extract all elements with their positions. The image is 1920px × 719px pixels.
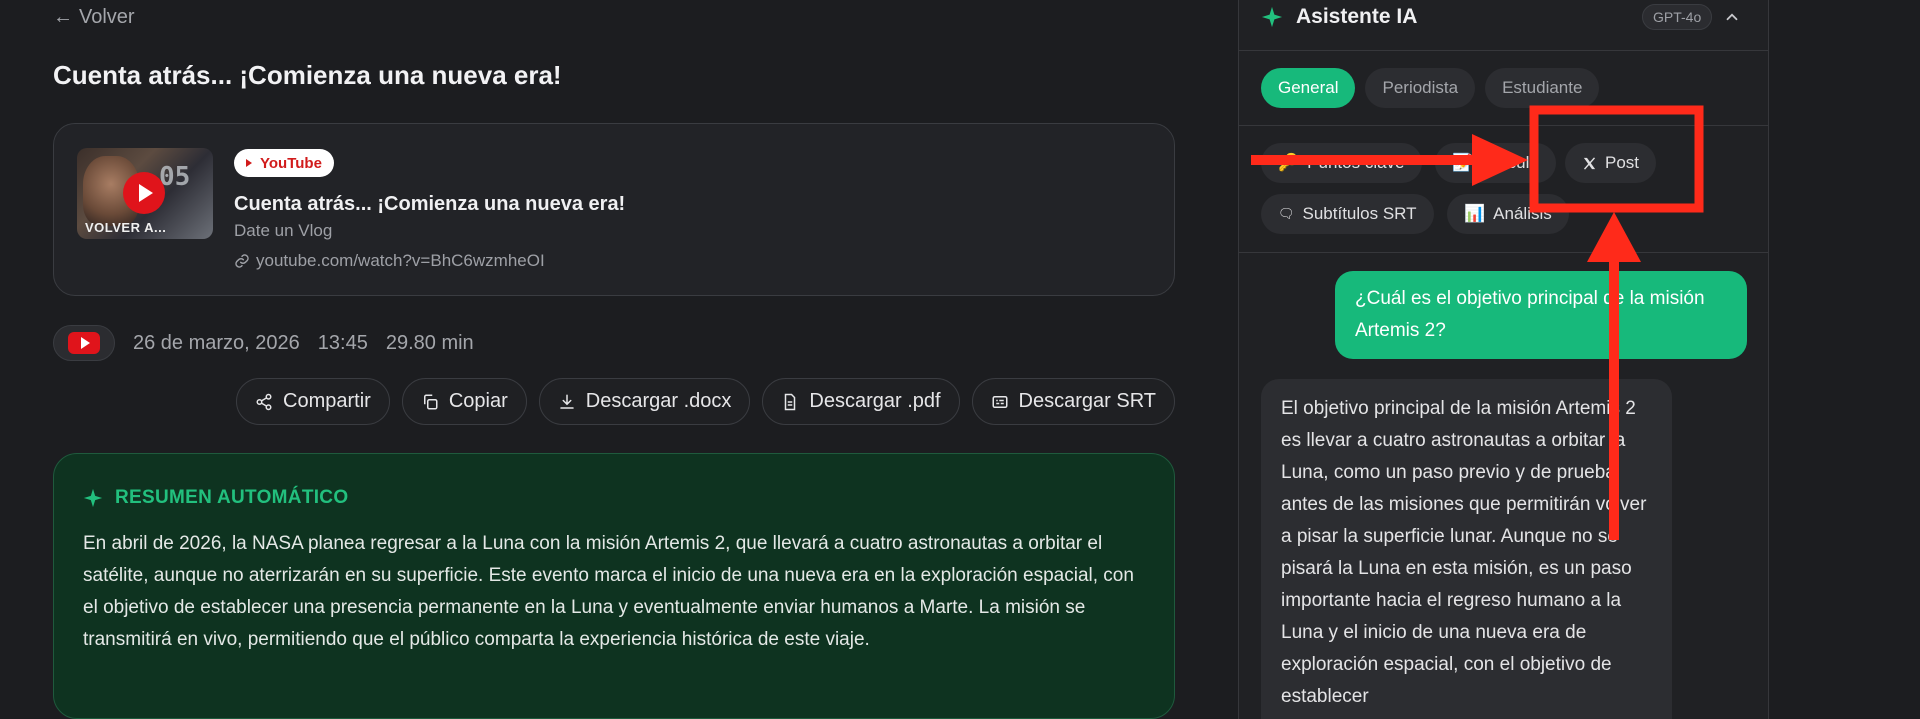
chart-icon: 📊 [1464,204,1486,223]
back-link[interactable]: ← Volver [53,6,135,29]
subtitles-label: Subtítulos SRT [1302,204,1417,223]
analysis-label: Análisis [1493,204,1552,223]
platform-badge: YouTube [234,149,334,177]
download-icon [560,394,574,409]
divider [1239,252,1768,253]
tab-estudiante[interactable]: Estudiante [1485,68,1600,108]
divider [1239,125,1768,126]
video-url[interactable]: youtube.com/watch?v=BhC6wzmheOI [234,251,545,271]
summary-heading: RESUMEN AUTOMÁTICO [115,487,349,508]
back-arrow-icon: ← [53,6,73,28]
meta-time: 13:45 [317,331,368,354]
sparkle-icon [1261,6,1283,28]
video-thumbnail[interactable]: 05 VOLVER A... [77,148,213,239]
copy-icon [423,394,438,409]
link-icon [235,254,249,268]
article-button[interactable]: 📝 Artículo [1435,143,1556,183]
source-pill[interactable] [53,325,115,361]
assistant-panel: Asistente IA GPT-4o General Periodista E… [1238,0,1769,719]
video-title: Cuenta atrás... ¡Comienza una nueva era! [234,193,626,215]
meta-date: 26 de marzo, 2026 [133,331,300,354]
download-pdf-label: Descargar .pdf [809,390,941,412]
subtitles-icon: 🗨 [1278,206,1295,221]
article-label: Artículo [1481,153,1539,172]
document-icon [785,393,796,410]
video-card: 05 VOLVER A... YouTube Cuenta atrás... ¡… [53,123,1175,296]
summary-text: En abril de 2026, la NASA planea regresa… [83,533,1134,650]
download-docx-label: Descargar .docx [585,390,732,412]
copy-button[interactable]: Copiar [401,378,527,425]
sparkle-icon [83,488,103,508]
model-badge[interactable]: GPT-4o [1642,4,1713,30]
main-content: ← Volver Cuenta atrás... ¡Comienza una n… [0,0,1238,719]
youtube-play-icon [246,159,252,167]
tab-periodista[interactable]: Periodista [1365,68,1476,108]
back-label: Volver [79,6,135,28]
page-title: Cuenta atrás... ¡Comienza una nueva era! [53,60,562,90]
video-url-text: youtube.com/watch?v=BhC6wzmheOI [256,251,545,270]
download-docx-button[interactable]: Descargar .docx [538,378,751,425]
share-label: Compartir [283,390,371,412]
analysis-button[interactable]: 📊 Análisis [1447,194,1569,234]
post-label: Post [1605,153,1640,172]
platform-badge-label: YouTube [260,154,322,172]
video-channel: Date un Vlog [234,221,333,240]
download-srt-button[interactable]: Descargar SRT [971,378,1175,425]
key-points-label: Puntos clave [1307,153,1405,172]
meta-duration: 29.80 min [385,331,474,354]
thumbnail-caption: VOLVER A... [85,220,167,235]
copy-label: Copiar [448,390,508,412]
video-meta: 26 de marzo, 2026 13:45 29.80 min [53,325,474,361]
key-icon: 🔑 [1278,153,1300,172]
assistant-header: Asistente IA GPT-4o [1239,0,1768,51]
summary-card: RESUMEN AUTOMÁTICO En abril de 2026, la … [53,453,1175,719]
youtube-icon [68,332,100,354]
subtitles-button[interactable]: 🗨 Subtítulos SRT [1261,194,1434,234]
assistant-message: El objetivo principal de la misión Artem… [1261,379,1672,719]
summary-header: RESUMEN AUTOMÁTICO [83,487,348,509]
tab-general[interactable]: General [1261,68,1356,108]
share-icon [256,393,272,410]
share-button[interactable]: Compartir [236,378,390,425]
chevron-up-icon[interactable] [1723,8,1741,26]
assistant-title: Asistente IA [1296,5,1418,28]
mode-tabs: General Periodista Estudiante [1261,68,1600,108]
download-pdf-button[interactable]: Descargar .pdf [762,378,960,425]
play-icon[interactable] [123,172,165,214]
key-points-button[interactable]: 🔑 Puntos clave [1261,143,1422,183]
subtitles-icon [992,395,1008,408]
download-srt-label: Descargar SRT [1018,390,1156,412]
x-logo-icon [1583,156,1596,170]
action-bar: Compartir Copiar Descargar .docx Descarg… [236,378,1175,425]
post-button[interactable]: Post [1565,143,1657,183]
user-message: ¿Cuál es el objetivo principal de la mis… [1335,271,1747,359]
article-icon: 📝 [1452,153,1474,172]
